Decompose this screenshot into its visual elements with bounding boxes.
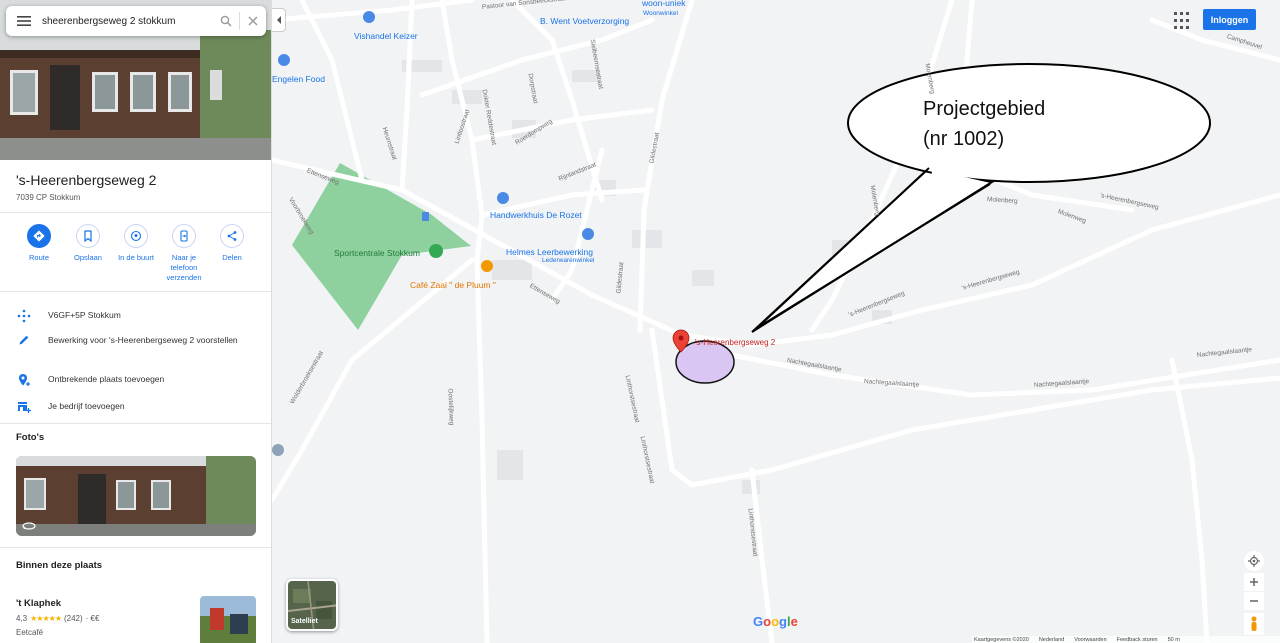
pencil-icon — [0, 334, 48, 346]
360-icon — [22, 522, 36, 530]
add-business-text: Je bedrijf toevoegen — [48, 401, 125, 411]
action-bar: Route Opslaan In de buurt Naar je telefo… — [0, 224, 271, 284]
bookmark-icon — [76, 224, 100, 248]
pluscode-icon — [0, 309, 48, 323]
zoom-in-button[interactable] — [1244, 573, 1264, 591]
place-title: 's-Heerenbergseweg 2 — [16, 172, 157, 188]
poi-helmes-leerbewerking[interactable]: Helmes Leerbewerking — [506, 247, 593, 257]
country-link[interactable]: Nederland — [1039, 637, 1064, 643]
poi-lederwarenwinkel: Lederwarenwinkel — [542, 257, 595, 264]
share-icon — [220, 224, 244, 248]
price-level: · €€ — [85, 614, 100, 623]
crosshair-icon — [1248, 555, 1260, 567]
send-to-phone-button[interactable]: Naar je telefoon verzenden — [159, 224, 209, 283]
poi-handwerkhuis-de-rozet[interactable]: Handwerkhuis De Rozet — [490, 210, 582, 220]
scale-bar[interactable]: 50 m — [1168, 637, 1180, 643]
route-button[interactable]: Route — [14, 224, 64, 263]
zoom-out-button[interactable] — [1244, 592, 1264, 610]
satellite-toggle[interactable]: Satelliet — [286, 579, 338, 631]
poi-woon-uniek[interactable]: woon-uniek — [642, 0, 685, 8]
poi-sportcentrale-stokkum[interactable]: Sportcentrale Stokkum — [334, 248, 420, 258]
login-button[interactable]: Inloggen — [1203, 9, 1256, 30]
phone-icon — [172, 224, 196, 248]
rating-value: 4,3 — [16, 614, 28, 623]
share-button[interactable]: Delen — [207, 224, 257, 263]
map-footer: Kaartgegevens ©2020 Nederland Voorwaarde… — [972, 636, 1280, 643]
callout-line-1: Projectgebied — [923, 98, 1046, 120]
pluscode-row[interactable]: V6GF+5P Stokkum — [0, 309, 271, 323]
route-label: Route — [28, 253, 49, 262]
nearby-icon — [124, 224, 148, 248]
poi-cafe-zaal-de-pluum[interactable]: Café Zaal " de Pluum " — [410, 280, 496, 290]
callout-text: Projectgebied (nr 1002) — [923, 94, 1045, 154]
divider — [0, 291, 271, 292]
divider — [0, 212, 271, 213]
search-icon[interactable] — [213, 6, 239, 36]
add-missing-place-row[interactable]: Ontbrekende plaats toevoegen — [0, 373, 271, 387]
poi-went-voetverzorging[interactable]: B. Went Voetverzorging — [540, 16, 629, 26]
directions-icon — [27, 224, 51, 248]
poi-woonwinkel: Woonwinkel — [643, 10, 678, 17]
feedback-link[interactable]: Feedback sturen — [1117, 637, 1158, 643]
photos-heading: Foto's — [16, 432, 45, 443]
add-business-row[interactable]: Je bedrijf toevoegen — [0, 400, 271, 414]
suggest-edit-row[interactable]: Bewerking voor 's-Heerenbergseweg 2 voor… — [0, 334, 271, 346]
place-address: 7039 CP Stokkum — [16, 193, 81, 202]
apps-grid-icon[interactable] — [1174, 12, 1192, 30]
poi-vishandel-keizer[interactable]: Vishandel Keizer — [354, 31, 418, 41]
place-panel: sheerenbergseweg 2 stokkum 's-Heerenberg… — [0, 0, 272, 643]
map-data-attribution: Kaartgegevens ©2020 — [974, 636, 1029, 643]
add-missing-place-text: Ontbrekende plaats toevoegen — [48, 374, 165, 384]
suggest-edit-text: Bewerking voor 's-Heerenbergseweg 2 voor… — [48, 335, 238, 345]
business-name[interactable]: 't Klaphek — [16, 598, 61, 609]
my-location-button[interactable] — [1244, 551, 1264, 571]
map-canvas[interactable]: Vishandel Keizer B. Went Voetverzorging … — [272, 0, 1280, 643]
clear-search-icon[interactable] — [240, 6, 266, 36]
nearby-button[interactable]: In de buurt — [111, 224, 161, 263]
pegman-icon — [1251, 616, 1257, 631]
search-input[interactable]: sheerenbergseweg 2 stokkum — [42, 16, 213, 27]
divider — [0, 423, 271, 424]
divider — [0, 547, 271, 548]
business-rating-row: 4,3 ★★★★★ (242) · €€ — [16, 614, 99, 623]
photo-thumbnail[interactable] — [16, 456, 256, 536]
pin-label[interactable]: 's-Heerenbergseweg 2 — [695, 338, 775, 347]
terms-link[interactable]: Voorwaarden — [1074, 637, 1106, 643]
rating-stars: ★★★★★ — [30, 614, 62, 623]
menu-icon[interactable] — [6, 6, 42, 36]
send-to-phone-label: Naar je telefoon verzenden — [166, 253, 202, 282]
business-type: Eetcafé — [16, 628, 44, 637]
maps-app: sheerenbergseweg 2 stokkum 's-Heerenberg… — [0, 0, 1280, 643]
minus-icon — [1250, 600, 1258, 602]
street-label: Oostelijkweg — [446, 388, 455, 426]
share-label: Delen — [222, 253, 242, 262]
review-count: (242) — [63, 614, 83, 623]
add-place-icon — [0, 373, 48, 387]
collapse-panel-button[interactable] — [272, 8, 286, 32]
google-logo: Google — [753, 614, 798, 629]
save-label: Opslaan — [74, 253, 102, 262]
save-button[interactable]: Opslaan — [63, 224, 113, 263]
search-box[interactable]: sheerenbergseweg 2 stokkum — [6, 6, 266, 36]
business-photo[interactable] — [200, 596, 256, 643]
satellite-label: Satelliet — [291, 618, 318, 625]
plus-icon — [1250, 578, 1258, 586]
poi-engelen-food[interactable]: Engelen Food — [272, 74, 325, 84]
map-base — [272, 0, 1280, 643]
within-place-heading: Binnen deze plaats — [16, 560, 103, 571]
add-business-icon — [0, 400, 48, 414]
chevron-left-icon — [276, 16, 281, 24]
callout-line-2: (nr 1002) — [923, 128, 1005, 150]
street-view-pegman[interactable] — [1244, 613, 1264, 635]
pluscode-text: V6GF+5P Stokkum — [48, 310, 121, 320]
nearby-label: In de buurt — [118, 253, 154, 262]
